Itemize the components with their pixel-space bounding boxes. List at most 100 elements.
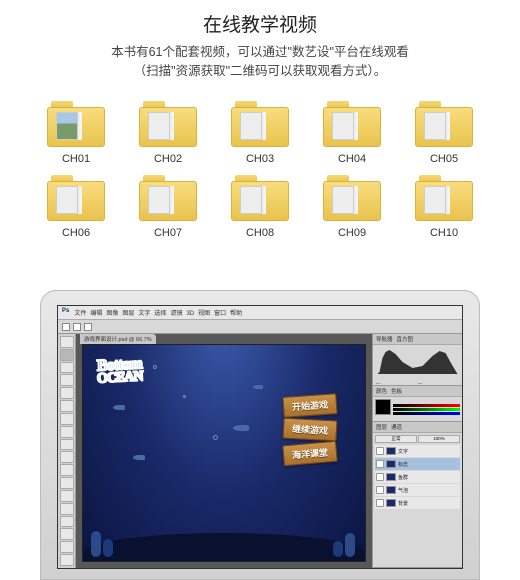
folder-item[interactable]: CH05 — [408, 101, 480, 165]
folder-label: CH03 — [246, 153, 274, 165]
folder-icon — [323, 175, 381, 221]
panel-tab-channels[interactable]: 通道 — [391, 423, 402, 431]
folder-thumbnail — [424, 112, 446, 140]
folder-item[interactable]: CH07 — [132, 175, 204, 239]
folder-item[interactable]: CH01 — [40, 101, 112, 165]
folder-thumbnail — [148, 112, 170, 140]
menu-item[interactable]: 文件 — [74, 311, 86, 317]
folder-item[interactable]: CH04 — [316, 101, 388, 165]
option-swatch[interactable] — [84, 323, 92, 331]
layer-name: 鱼群 — [398, 474, 408, 481]
blend-mode-select[interactable]: 正常 — [375, 435, 417, 443]
fish-graphic — [133, 455, 145, 460]
folder-label: CH06 — [62, 227, 90, 239]
tool-button[interactable] — [60, 464, 74, 476]
layer-row[interactable]: 背景 — [375, 497, 460, 509]
tool-button[interactable] — [60, 554, 74, 566]
rgb-sliders[interactable] — [393, 399, 460, 419]
visibility-toggle[interactable] — [376, 447, 384, 455]
folder-label: CH01 — [62, 153, 90, 165]
folder-item[interactable]: CH08 — [224, 175, 296, 239]
tool-button[interactable] — [60, 516, 74, 528]
option-swatch[interactable] — [73, 323, 81, 331]
menu-item[interactable]: 图像 — [106, 311, 118, 317]
folder-icon — [47, 175, 105, 221]
panel-tab-layers[interactable]: 图层 — [376, 423, 387, 431]
tool-button[interactable] — [60, 349, 74, 361]
options-bar[interactable] — [58, 320, 462, 334]
menu-item[interactable]: 3D — [186, 311, 194, 317]
menu-item[interactable]: 帮助 — [230, 311, 242, 317]
page-subtitle: 本书有61个配套视频，可以通过"数艺设"平台在线观看 （扫描"资源获取"二维码可… — [0, 43, 520, 81]
canvas-area[interactable]: 游戏界面设计.psd @ 66.7% — [76, 334, 372, 568]
visibility-toggle[interactable] — [376, 486, 384, 494]
coral-graphic — [345, 533, 355, 557]
folder-item[interactable]: CH02 — [132, 101, 204, 165]
layer-row[interactable]: 鱼群 — [375, 471, 460, 483]
folder-icon — [415, 175, 473, 221]
menu-item[interactable]: 视图 — [198, 311, 210, 317]
menu-item[interactable]: 文字 — [138, 311, 150, 317]
layer-name: 文字 — [398, 448, 408, 455]
folder-label: CH10 — [430, 227, 458, 239]
folder-thumbnail — [148, 186, 170, 214]
menu-bar[interactable]: Ps 文件编辑图像图层文字选择滤镜3D视图窗口帮助 — [58, 306, 462, 320]
tool-button[interactable] — [60, 413, 74, 425]
layer-row[interactable]: 气泡 — [375, 484, 460, 496]
opacity-field[interactable]: 100% — [418, 435, 460, 443]
layer-name: 气泡 — [398, 487, 408, 494]
panel-tab-swatch[interactable]: 色板 — [391, 387, 402, 395]
menu-item[interactable]: 滤镜 — [170, 311, 182, 317]
visibility-toggle[interactable] — [376, 499, 384, 507]
tool-button[interactable] — [60, 503, 74, 515]
panel-tab-color[interactable]: 颜色 — [376, 387, 387, 395]
photoshop-window: Ps 文件编辑图像图层文字选择滤镜3D视图窗口帮助 游戏界面设计.psd @ 6… — [57, 305, 463, 569]
menu-signs: 开始游戏 继续游戏 海洋课堂 — [283, 395, 337, 464]
folder-item[interactable]: CH06 — [40, 175, 112, 239]
layer-row[interactable]: 文字 — [375, 445, 460, 457]
sign-classroom: 海洋课堂 — [282, 441, 338, 467]
tool-button[interactable] — [60, 451, 74, 463]
page-title: 在线教学视频 — [0, 0, 520, 37]
tool-palette[interactable] — [58, 334, 76, 568]
panel-tab-histogram[interactable]: 直方图 — [397, 335, 414, 343]
histogram-panel[interactable]: 导航器 直方图 ———— — [373, 334, 462, 386]
visibility-toggle[interactable] — [376, 460, 384, 468]
tool-button[interactable] — [60, 477, 74, 489]
game-logo: Bottom OCEAN — [97, 357, 197, 382]
menu-item[interactable]: 窗口 — [214, 311, 226, 317]
folder-icon — [139, 101, 197, 147]
menu-item[interactable]: 选择 — [154, 311, 166, 317]
folder-item[interactable]: CH03 — [224, 101, 296, 165]
menu-item[interactable]: 图层 — [122, 311, 134, 317]
option-swatch[interactable] — [62, 323, 70, 331]
panel-dock[interactable]: 导航器 直方图 ———— — [372, 334, 462, 568]
panel-tab-nav[interactable]: 导航器 — [376, 335, 393, 343]
document-canvas[interactable]: Bottom OCEAN 开始游戏 继续游戏 海洋课堂 — [82, 344, 366, 562]
tool-button[interactable] — [60, 336, 74, 348]
layer-row[interactable]: 标志 — [375, 458, 460, 470]
tool-button[interactable] — [60, 374, 74, 386]
folder-item[interactable]: CH10 — [408, 175, 480, 239]
tool-button[interactable] — [60, 541, 74, 553]
folder-label: CH05 — [430, 153, 458, 165]
tool-button[interactable] — [60, 426, 74, 438]
folder-item[interactable]: CH09 — [316, 175, 388, 239]
tool-button[interactable] — [60, 400, 74, 412]
visibility-toggle[interactable] — [376, 473, 384, 481]
foreground-color[interactable] — [375, 399, 391, 415]
tool-button[interactable] — [60, 387, 74, 399]
layers-panel[interactable]: 图层 通道 正常 100% 文字标志鱼群气泡背景 — [373, 422, 462, 568]
tool-button[interactable] — [60, 439, 74, 451]
tool-button[interactable] — [60, 362, 74, 374]
laptop-mockup: Ps 文件编辑图像图层文字选择滤镜3D视图窗口帮助 游戏界面设计.psd @ 6… — [40, 290, 480, 580]
coral-graphic — [333, 541, 343, 557]
folder-icon — [139, 175, 197, 221]
document-tab[interactable]: 游戏界面设计.psd @ 66.7% — [80, 334, 156, 344]
tool-button[interactable] — [60, 490, 74, 502]
bubble-graphic — [213, 435, 218, 440]
menu-item[interactable]: 编辑 — [90, 311, 102, 317]
folder-icon — [231, 175, 289, 221]
color-panel[interactable]: 颜色 色板 — [373, 386, 462, 422]
tool-button[interactable] — [60, 528, 74, 540]
